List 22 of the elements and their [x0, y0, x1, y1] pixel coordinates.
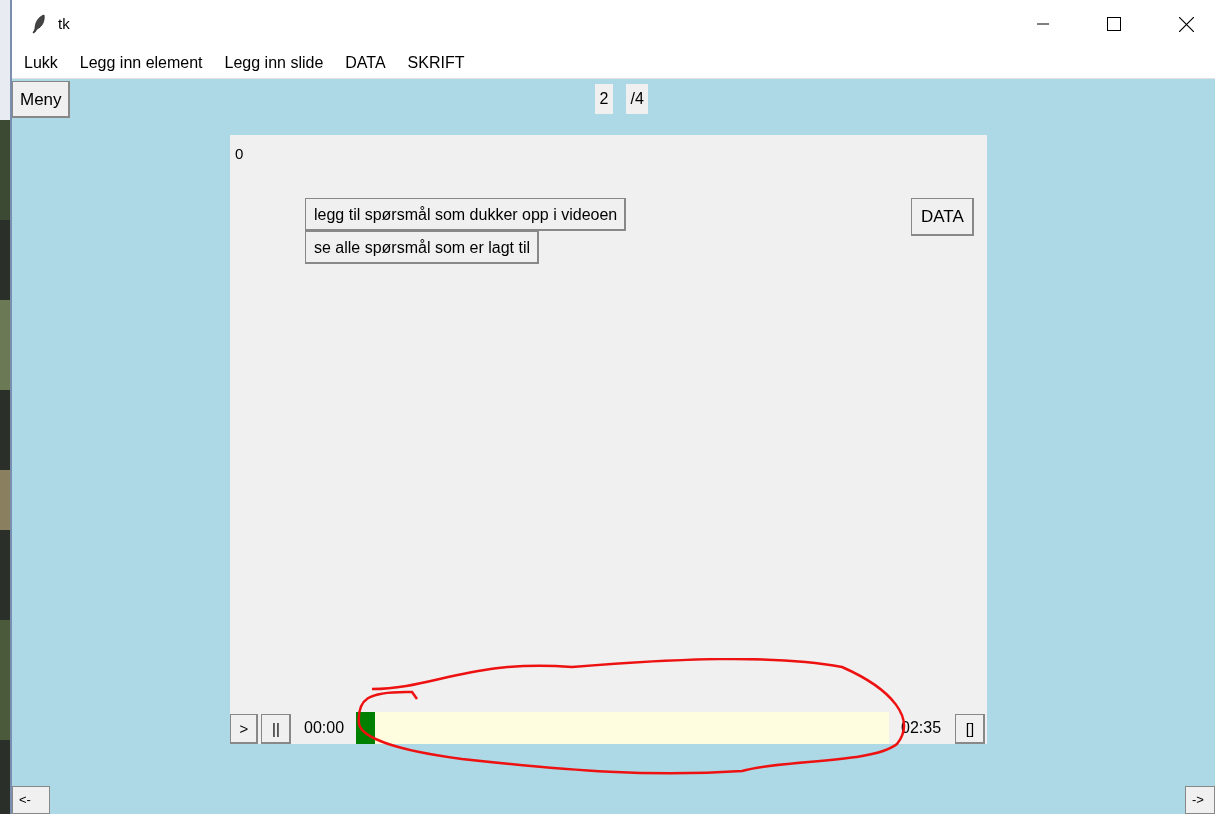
close-icon[interactable]: [1179, 16, 1194, 32]
slide-index: 0: [235, 144, 244, 164]
data-button[interactable]: DATA: [911, 198, 974, 236]
previous-button[interactable]: <-: [12, 786, 50, 814]
menu-item[interactable]: Lukk: [24, 51, 58, 75]
play-button[interactable]: >: [230, 714, 258, 744]
question-button[interactable]: se alle spørsmål som er lagt til: [305, 231, 540, 264]
pause-button[interactable]: ||: [261, 714, 291, 744]
feather-icon: [32, 14, 46, 34]
menu-item[interactable]: Legg inn element: [79, 51, 203, 75]
fullscreen-button[interactable]: []: [955, 714, 985, 744]
window-title: tk: [58, 13, 70, 34]
menu-item[interactable]: DATA: [345, 51, 386, 75]
elapsed-time: 00:00: [304, 718, 346, 738]
maximize-icon[interactable]: [1107, 17, 1121, 31]
question-button[interactable]: legg til spørsmål som dukker opp i videoen: [305, 198, 627, 231]
menu-item[interactable]: Legg inn slide: [224, 51, 324, 75]
menu-item[interactable]: SKRIFT: [407, 51, 465, 75]
menu-button[interactable]: Meny: [12, 81, 70, 118]
slide-total: /4: [626, 84, 648, 114]
next-button[interactable]: ->: [1185, 786, 1215, 814]
slide-number: 2: [594, 84, 614, 114]
